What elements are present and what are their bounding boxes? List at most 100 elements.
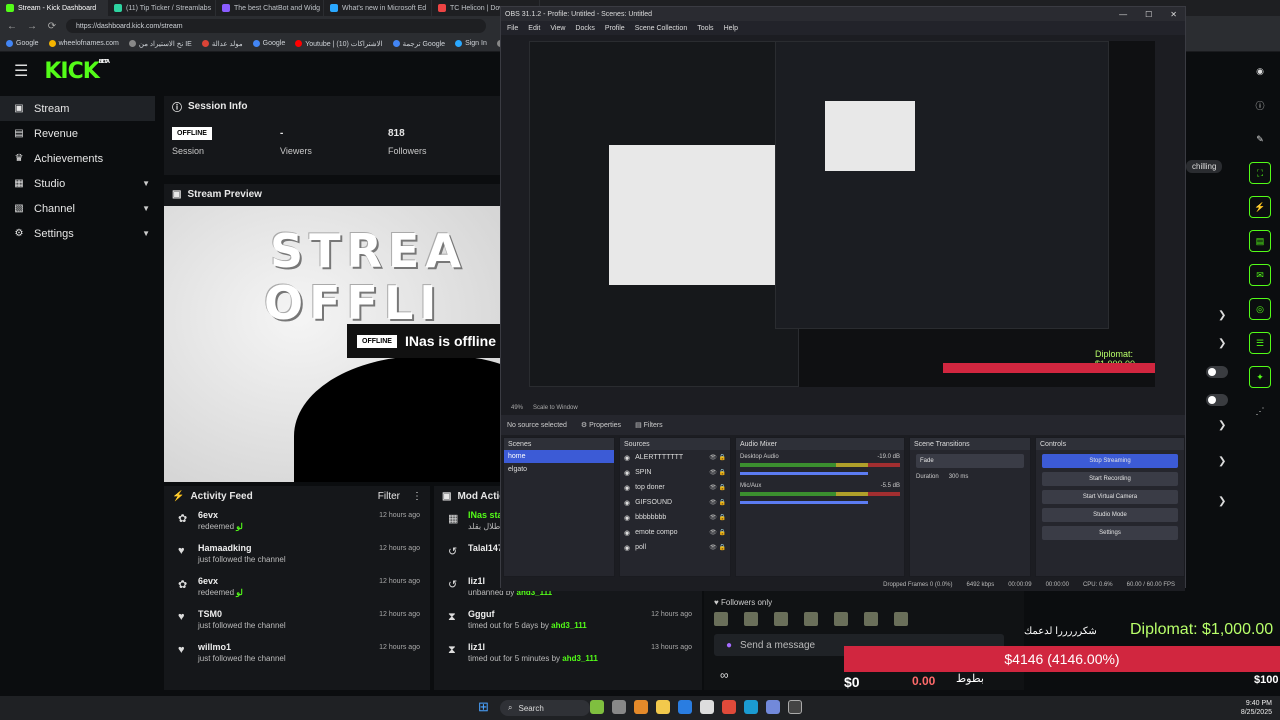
close-icon[interactable]: ✕: [1170, 10, 1177, 19]
list-icon[interactable]: ☰: [1249, 332, 1271, 354]
obs-menu-item[interactable]: View: [550, 25, 565, 32]
source-item[interactable]: ◉ ALERTTTTTTT 👁 🔒: [620, 450, 730, 465]
obs-menu-item[interactable]: Edit: [528, 25, 540, 32]
chevron-down-icon[interactable]: ▼: [142, 204, 150, 213]
start-virtual-camera-button[interactable]: Start Virtual Camera: [1042, 490, 1178, 504]
discord-icon[interactable]: [766, 700, 780, 714]
taskbar-clock[interactable]: 9:40 PM 8/25/2025: [1241, 699, 1272, 717]
bookmark-item[interactable]: wheelofnames.com: [48, 40, 119, 47]
chevron-right-icon[interactable]: ❯: [1218, 456, 1226, 467]
chevron-right-icon[interactable]: ❯: [1218, 338, 1226, 349]
stop-streaming-button[interactable]: Stop Streaming: [1042, 454, 1178, 468]
emote-icon[interactable]: [774, 612, 788, 626]
list-item[interactable]: ♥ Hamaadking just followed the channel 12 h…: [164, 539, 430, 572]
lightning-icon[interactable]: ⚡: [1249, 196, 1271, 218]
chat-icon[interactable]: ✉: [1249, 264, 1271, 286]
feed-item-name[interactable]: Hamaadking: [198, 543, 286, 553]
sidebar-item-revenue[interactable]: ▤ Revenue: [0, 121, 160, 146]
sidebar-item-channel[interactable]: ▧ Channel ▼: [0, 196, 160, 221]
brave-icon[interactable]: [722, 700, 736, 714]
eye-icon[interactable]: 👁 🔒: [709, 514, 726, 521]
maximize-icon[interactable]: ☐: [1145, 10, 1152, 19]
steam-icon[interactable]: [744, 700, 758, 714]
filters-button[interactable]: ▤ Filters: [635, 421, 663, 429]
feed-item-name[interactable]: 6evx: [198, 576, 243, 586]
eye-icon[interactable]: 👁 🔒: [709, 484, 726, 491]
source-item[interactable]: ◉ emote compo 👁 🔒: [620, 525, 730, 540]
obs-menu-item[interactable]: File: [507, 25, 518, 32]
bookmark-item[interactable]: Youtube | الاشتراكات (10): [295, 40, 383, 48]
document-icon[interactable]: ▤: [1249, 230, 1271, 252]
emote-icon[interactable]: [804, 612, 818, 626]
source-item[interactable]: ◉ SPIN 👁 🔒: [620, 465, 730, 480]
scale-mode[interactable]: Scale to Window: [533, 405, 578, 411]
eye-icon[interactable]: 👁 🔒: [709, 544, 726, 551]
obs-menu-item[interactable]: Profile: [605, 25, 625, 32]
studio-mode-button[interactable]: Studio Mode: [1042, 508, 1178, 522]
toggle-switch[interactable]: [1206, 394, 1228, 406]
sidebar-item-stream[interactable]: ▣ Stream: [0, 96, 155, 121]
list-item[interactable]: ♥ TSM0 just followed the channel 12 hours a…: [164, 605, 430, 638]
scene-item[interactable]: home: [504, 450, 614, 463]
sidebar-item-achievements[interactable]: ♛ Achievements: [0, 146, 160, 171]
list-item[interactable]: ✿ 6evx redeemed لو 12 hours ago: [164, 506, 430, 539]
feed-item-name[interactable]: Ggguf: [468, 609, 587, 619]
browser-tab[interactable]: (11) Tip Ticker / Streamlabs: [108, 0, 216, 16]
feed-item-by[interactable]: ahd3_111: [551, 621, 587, 630]
taskbar-search[interactable]: ⌕ Search: [500, 700, 590, 716]
kick-logo[interactable]: KICKBETA: [44, 59, 110, 84]
emote-icon[interactable]: [834, 612, 848, 626]
toggle-switch[interactable]: [1206, 366, 1228, 378]
mic-icon[interactable]: ●: [726, 640, 732, 651]
browser-tab[interactable]: The best ChatBot and Widg: [216, 0, 324, 16]
broadcast-icon[interactable]: ◎: [1249, 298, 1271, 320]
menu-icon[interactable]: ☰: [14, 61, 28, 81]
edge-icon[interactable]: [678, 700, 692, 714]
feed-item-name[interactable]: Talal147: [468, 543, 503, 553]
emote-icon[interactable]: [864, 612, 878, 626]
reload-icon[interactable]: ⟳: [46, 21, 58, 32]
feed-item-name[interactable]: liz1l: [468, 642, 598, 652]
chevron-right-icon[interactable]: ❯: [1218, 310, 1226, 321]
pencil-icon[interactable]: ✎: [1249, 128, 1271, 150]
bookmark-item[interactable]: ترجمة Google: [392, 40, 445, 48]
chevron-right-icon[interactable]: ❯: [1218, 496, 1226, 507]
more-icon[interactable]: ⋮: [412, 491, 422, 502]
chevron-down-icon[interactable]: ▼: [142, 179, 150, 188]
emote-icon[interactable]: [744, 612, 758, 626]
transition-select[interactable]: Fade: [916, 454, 1024, 468]
source-item[interactable]: ◉ GIFSOUND 👁 🔒: [620, 495, 730, 510]
zoom-level[interactable]: 49%: [511, 405, 523, 411]
bookmark-item[interactable]: نخ الاستيراد من IE: [128, 40, 192, 48]
app-icon[interactable]: [700, 700, 714, 714]
source-item[interactable]: ◉ bbbbbbbb 👁 🔒: [620, 510, 730, 525]
feed-item-by[interactable]: ahd3_111: [562, 654, 598, 663]
obs-menu-item[interactable]: Help: [724, 25, 738, 32]
app-icon[interactable]: [590, 700, 604, 714]
minimize-icon[interactable]: —: [1119, 10, 1127, 19]
user-icon[interactable]: ◉: [1249, 60, 1271, 82]
eye-icon[interactable]: 👁 🔒: [709, 454, 726, 461]
start-recording-button[interactable]: Start Recording: [1042, 472, 1178, 486]
bookmark-item[interactable]: Google: [252, 40, 285, 47]
obs-menu-item[interactable]: Scene Collection: [635, 25, 688, 32]
obs-icon[interactable]: [788, 700, 802, 714]
properties-button[interactable]: ⚙ Properties: [581, 421, 621, 429]
obs-menu-item[interactable]: Tools: [697, 25, 713, 32]
list-item[interactable]: ✿ 6evx redeemed لو 12 hours ago: [164, 572, 430, 605]
address-bar[interactable]: https://dashboard.kick.com/stream: [66, 19, 486, 33]
scene-item[interactable]: elgato: [504, 463, 614, 476]
emote-icon[interactable]: [714, 612, 728, 626]
forward-icon[interactable]: →: [26, 21, 38, 32]
fullscreen-icon[interactable]: ⛶: [1249, 162, 1271, 184]
feed-item-name[interactable]: TSM0: [198, 609, 286, 619]
duration-input[interactable]: 300 ms: [949, 474, 969, 480]
chevron-right-icon[interactable]: ❯: [1218, 420, 1226, 431]
eye-icon[interactable]: 👁 🔒: [709, 529, 726, 536]
list-item[interactable]: ♥ willmo1 just followed the channel 12 hour…: [164, 638, 430, 671]
back-icon[interactable]: ←: [6, 21, 18, 32]
list-item[interactable]: ⧗ liz1l timed out for 5 minutes by ahd3_11…: [434, 638, 702, 671]
feed-item-name[interactable]: willmo1: [198, 642, 286, 652]
bookmark-item[interactable]: مولد عدالة: [201, 40, 243, 48]
eye-icon[interactable]: 👁 🔒: [709, 499, 726, 506]
